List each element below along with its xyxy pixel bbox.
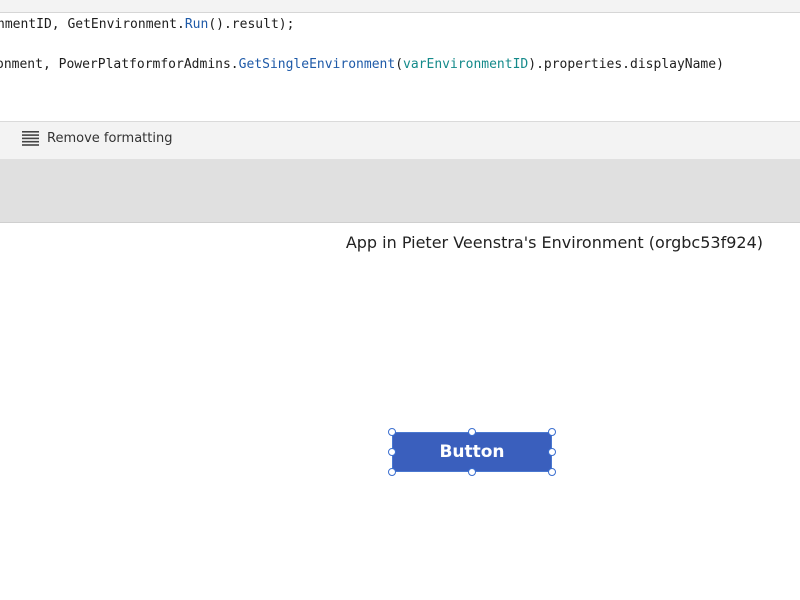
formula-line-2-variable: varEnvironmentID <box>403 57 529 72</box>
resize-handle-top-right[interactable] <box>548 428 556 436</box>
formula-line-2-function: GetSingleEnvironment <box>238 57 396 72</box>
formula-line-1-function: Run <box>184 17 209 32</box>
app-canvas[interactable]: App in Pieter Veenstra's Environment (or… <box>0 223 800 600</box>
formula-editor[interactable]: nmentID, GetEnvironment.Run().result); o… <box>0 13 800 121</box>
resize-handle-bottom-left[interactable] <box>388 468 396 476</box>
app-button[interactable]: Button <box>392 432 552 472</box>
formula-line-2-tail: ).properties.displayName) <box>528 57 724 72</box>
formula-bar-top-strip <box>0 0 800 13</box>
remove-formatting-button[interactable]: Remove formatting <box>22 131 172 146</box>
formula-line-1[interactable]: nmentID, GetEnvironment.Run().result); <box>0 16 294 34</box>
formula-line-1-text: nmentID, GetEnvironment. <box>0 17 185 32</box>
canvas-header-band <box>0 159 800 223</box>
resize-handle-middle-left[interactable] <box>388 448 396 456</box>
app-editor: nmentID, GetEnvironment.Run().result); o… <box>0 0 800 600</box>
resize-handle-middle-right[interactable] <box>548 448 556 456</box>
formula-line-1-tail: ().result); <box>208 17 295 32</box>
lines-icon <box>22 131 39 146</box>
resize-handle-top-left[interactable] <box>388 428 396 436</box>
formula-line-2[interactable]: onment, PowerPlatformforAdmins.GetSingle… <box>0 56 724 74</box>
remove-formatting-label: Remove formatting <box>47 131 173 146</box>
formula-line-2-text: onment, PowerPlatformforAdmins. <box>0 57 239 72</box>
resize-handle-bottom-right[interactable] <box>548 468 556 476</box>
selected-button-control[interactable]: Button <box>388 428 556 476</box>
resize-handle-top-center[interactable] <box>468 428 476 436</box>
formula-line-2-paren: ( <box>395 57 404 72</box>
environment-label[interactable]: App in Pieter Veenstra's Environment (or… <box>346 233 763 252</box>
formula-format-toolbar: Remove formatting <box>0 121 800 160</box>
resize-handle-bottom-center[interactable] <box>468 468 476 476</box>
